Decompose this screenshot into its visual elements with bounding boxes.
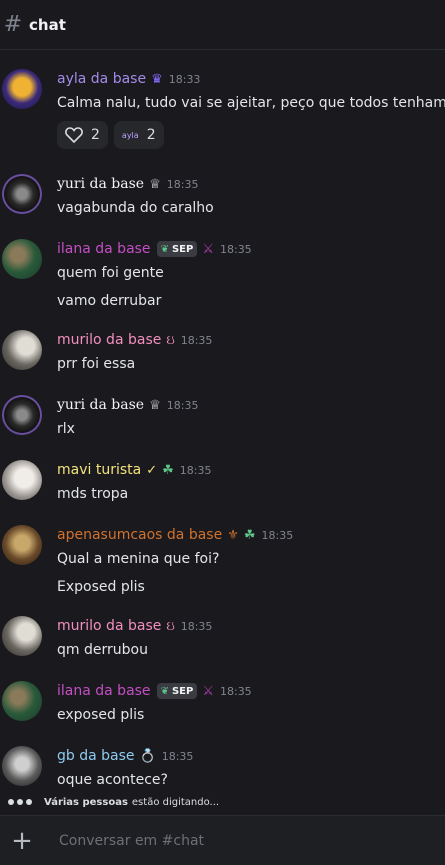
username[interactable]: yuri da base xyxy=(57,176,144,192)
avatar[interactable] xyxy=(2,746,42,786)
timestamp: 18:35 xyxy=(161,749,194,763)
typing-rest: estão digitando... xyxy=(131,796,220,808)
avatar[interactable] xyxy=(2,330,42,370)
message-input[interactable] xyxy=(57,831,401,850)
typing-dots-icon xyxy=(8,799,32,805)
username[interactable]: ilana da base xyxy=(57,241,151,257)
username[interactable]: mavi turista xyxy=(57,462,141,478)
gun-icon: ⚔ xyxy=(202,683,214,699)
message-text: vamo derrubar xyxy=(57,293,162,309)
avatar[interactable] xyxy=(2,460,42,500)
leaf-icon: ❦ xyxy=(160,243,169,255)
reaction-count: 2 xyxy=(91,127,100,143)
timestamp: 18:35 xyxy=(180,619,213,633)
username[interactable]: apenasumcaos da base xyxy=(57,527,222,543)
clover-icon: ☘ xyxy=(243,527,256,543)
avatar[interactable] xyxy=(2,681,42,721)
timestamp: 18:35 xyxy=(219,684,252,698)
message-text: prr foi essa xyxy=(57,356,136,372)
message-composer: + xyxy=(0,815,445,865)
username[interactable]: murilo da base xyxy=(57,618,161,634)
channel-header: # chat xyxy=(0,0,445,50)
crown-icon: ♕ xyxy=(149,176,161,192)
timestamp: 18:35 xyxy=(166,398,199,412)
message-text: exposed plis xyxy=(57,707,145,723)
ribbon-icon: ઇ xyxy=(166,618,175,634)
crown-icon: ♛ xyxy=(151,71,163,87)
username[interactable]: yuri da base xyxy=(57,397,144,413)
message-text: Qual a menina que foi? xyxy=(57,551,220,567)
fleur-icon: ⚜ xyxy=(227,527,239,543)
message-text: qm derrubou xyxy=(57,642,148,658)
timestamp: 18:35 xyxy=(179,463,212,477)
avatar[interactable] xyxy=(2,239,42,279)
message-text: rlx xyxy=(57,421,75,437)
gun-icon: ⚔ xyxy=(202,241,214,257)
server-tag-badge[interactable]: ❦ SEP xyxy=(156,683,198,699)
username[interactable]: ayla da base xyxy=(57,71,146,87)
typing-who: Várias pessoas xyxy=(44,796,128,808)
clover-icon: ☘ xyxy=(162,462,174,478)
reaction-count: 2 xyxy=(146,127,156,143)
message-text: Exposed plis xyxy=(57,579,145,595)
message-text: vagabunda do caralho xyxy=(57,200,214,216)
message-text: oque acontece? xyxy=(57,772,168,788)
timestamp: 18:33 xyxy=(168,72,201,86)
reaction-ayla[interactable]: ayla 2 xyxy=(113,121,164,149)
message-text: Calma nalu, tudo vai se ajeitar, peço qu… xyxy=(57,95,445,111)
leaf-icon: ❦ xyxy=(160,685,169,697)
timestamp: 18:35 xyxy=(166,177,199,191)
avatar[interactable] xyxy=(2,525,42,565)
avatar[interactable] xyxy=(2,395,42,435)
username[interactable]: ilana da base xyxy=(57,683,151,699)
ayla-emoji-icon: ayla xyxy=(121,130,139,140)
timestamp: 18:35 xyxy=(261,528,294,542)
typing-indicator: Várias pessoas estão digitando... xyxy=(8,794,219,810)
tag-label: SEP xyxy=(171,685,194,697)
reaction-heart[interactable]: 2 xyxy=(57,121,108,149)
swoosh-icon: ✓ xyxy=(146,462,158,478)
username[interactable]: murilo da base xyxy=(57,332,161,348)
tag-label: SEP xyxy=(171,243,194,255)
timestamp: 18:35 xyxy=(180,333,213,347)
avatar[interactable] xyxy=(2,174,42,214)
heart-outline-icon xyxy=(65,127,83,143)
add-attachment-button[interactable]: + xyxy=(2,826,42,856)
crown-icon: ♕ xyxy=(149,397,161,413)
hash-icon: # xyxy=(3,12,23,37)
server-tag-badge[interactable]: ❦ SEP xyxy=(156,241,198,257)
ribbon-icon: ઇ xyxy=(166,332,175,348)
avatar[interactable] xyxy=(2,616,42,656)
timestamp: 18:35 xyxy=(219,242,252,256)
ring-icon: 💍 xyxy=(139,748,156,764)
username[interactable]: gb da base xyxy=(57,748,135,764)
channel-title[interactable]: chat xyxy=(29,16,66,34)
avatar[interactable] xyxy=(2,69,42,109)
message-text: mds tropa xyxy=(57,486,129,502)
message-text: quem foi gente xyxy=(57,265,164,281)
